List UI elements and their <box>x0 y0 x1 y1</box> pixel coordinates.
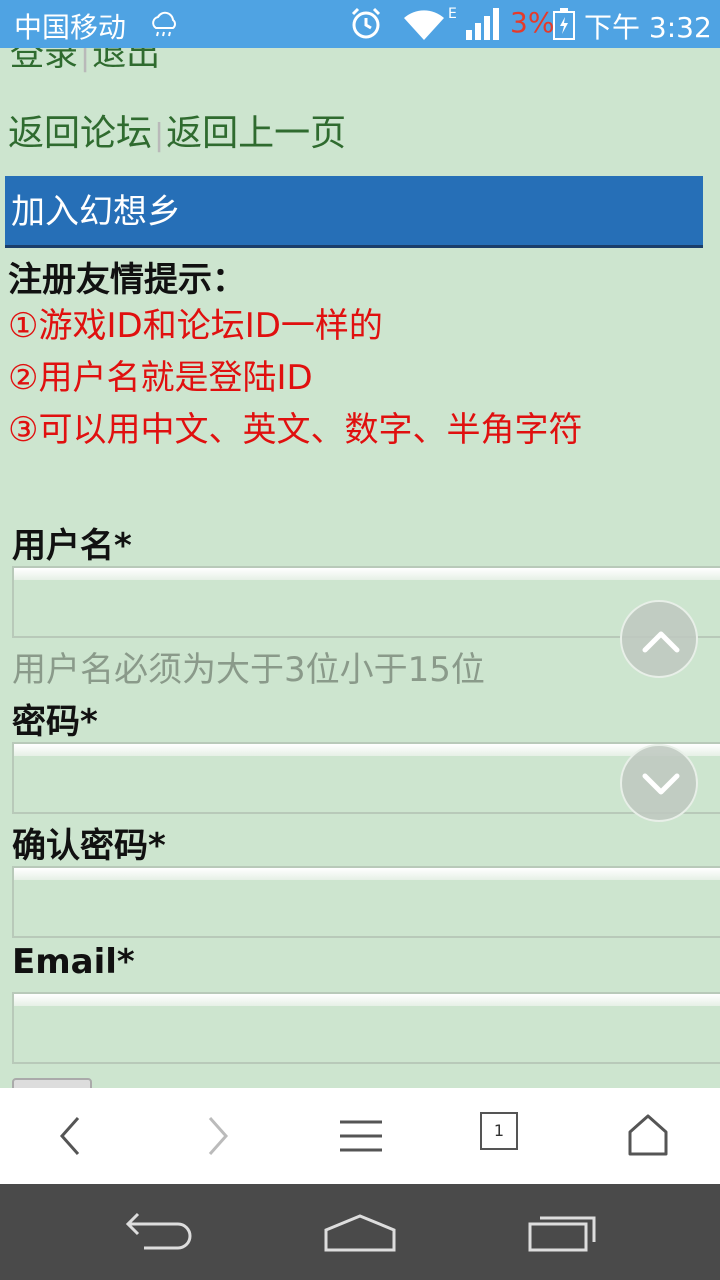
separator: | <box>154 118 165 153</box>
recent-apps-icon[interactable] <box>526 1210 600 1254</box>
tip-item: ②用户名就是登陆ID <box>8 358 313 398</box>
scroll-down-button[interactable] <box>620 744 698 822</box>
tabs-button[interactable]: 1 <box>480 1112 528 1160</box>
home-icon[interactable] <box>322 1210 398 1254</box>
username-input[interactable] <box>12 566 720 638</box>
separator: | <box>80 48 91 73</box>
logout-link[interactable]: 退出 <box>92 48 160 74</box>
menu-icon[interactable] <box>336 1112 384 1160</box>
password-input[interactable] <box>12 742 720 814</box>
forward-icon[interactable] <box>192 1112 240 1160</box>
tips-title: 注册友情提示： <box>8 260 246 300</box>
back-icon[interactable] <box>48 1112 96 1160</box>
scroll-up-button[interactable] <box>620 600 698 678</box>
back-to-forum-link[interactable]: 返回论坛 <box>8 113 152 154</box>
back-prev-page-link[interactable]: 返回上一页 <box>166 113 346 154</box>
submit-button[interactable] <box>12 1078 92 1088</box>
carrier-name: 中国移动 <box>14 11 127 44</box>
email-input[interactable] <box>12 992 720 1064</box>
status-bar: 中国移动 E 3% 下午 3:32 <box>0 0 720 48</box>
username-label: 用户名* <box>12 526 132 566</box>
confirm-password-input[interactable] <box>12 866 720 938</box>
nav-links: 返回论坛|返回上一页 <box>8 104 346 156</box>
signal-icon <box>466 8 499 40</box>
login-link[interactable]: 登录 <box>10 48 78 74</box>
status-time: 下午 3:32 <box>584 11 712 44</box>
system-nav-bar <box>0 1184 720 1280</box>
account-links: 登录|退出 <box>10 48 160 75</box>
tip-item: ①游戏ID和论坛ID一样的 <box>8 306 383 346</box>
chevron-up-icon <box>642 631 680 653</box>
password-label: 密码* <box>12 702 98 742</box>
username-hint: 用户名必须为大于3位小于15位 <box>12 650 485 690</box>
email-label: Email* <box>12 942 135 982</box>
browser-toolbar: 1 <box>0 1088 720 1184</box>
battery-icon <box>553 8 575 40</box>
back-arrow-icon[interactable] <box>124 1210 194 1254</box>
wifi-icon <box>404 10 444 40</box>
tip-item: ③可以用中文、英文、数字、半角字符 <box>8 410 583 450</box>
chevron-down-icon <box>642 773 680 795</box>
weather-icon <box>152 11 176 37</box>
battery-percent: 3% <box>510 6 555 39</box>
confirm-password-label: 确认密码* <box>12 826 166 866</box>
network-type: E <box>448 6 457 22</box>
section-title: 加入幻想乡 <box>5 176 703 248</box>
alarm-icon <box>351 7 381 39</box>
tabs-icon: 1 <box>480 1112 518 1150</box>
page-content: 登录|退出 返回论坛|返回上一页 加入幻想乡 注册友情提示： ①游戏ID和论坛I… <box>0 48 720 1088</box>
home-icon[interactable] <box>624 1112 672 1160</box>
